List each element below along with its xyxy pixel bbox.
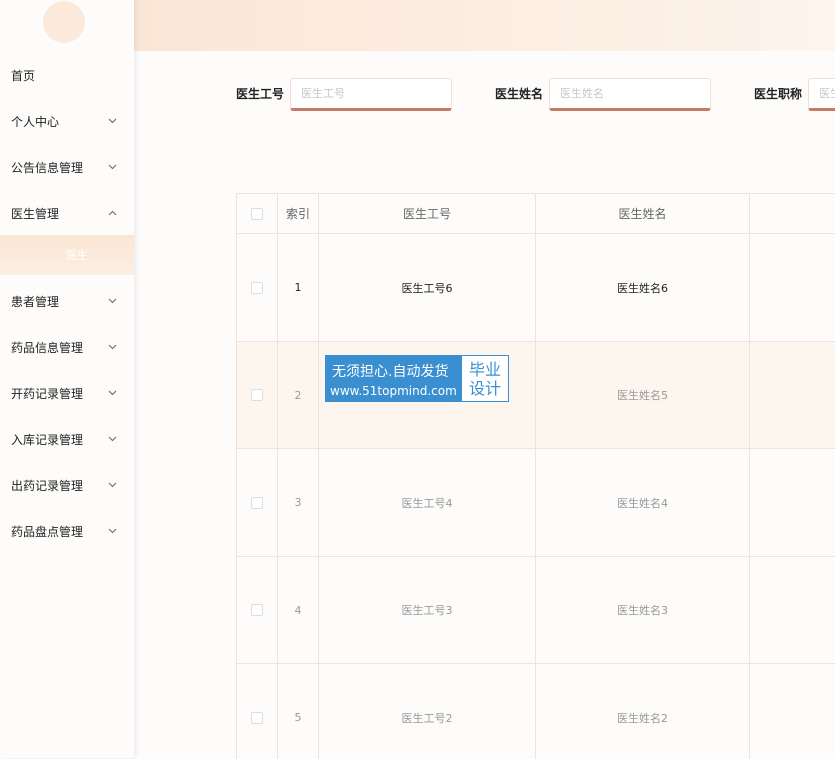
row-select-cell [237,557,278,663]
row-index: 1 [278,234,319,341]
sidebar-item-medicine-info[interactable]: 药品信息管理 [0,329,134,365]
watermark-banner: 无须担心.自动发货 www.51topmind.com 毕业 设计 [325,355,509,402]
header-doctor-id[interactable]: 医生工号 [319,194,536,233]
chevron-down-icon [106,525,118,537]
doctor-table: 索引 医生工号 医生姓名 1 医生工号6 医生姓名6 2 医生工号5 医生姓名5… [236,193,835,759]
select-all-checkbox[interactable] [251,207,263,220]
doctor-name-input[interactable] [549,78,711,111]
chevron-up-icon [106,207,118,219]
watermark-right: 毕业 设计 [462,356,508,401]
watermark-right-line1: 毕业 [468,359,501,379]
chevron-down-icon [106,115,118,127]
sidebar-item-label: 个人中心 [11,114,60,129]
chevron-down-icon [106,295,118,307]
row-next-cell [750,449,835,556]
watermark-left: 无须担心.自动发货 www.51topmind.com [326,356,462,401]
row-checkbox[interactable] [251,604,263,616]
header-select-all-cell [237,194,278,233]
sidebar-item-label: 开药记录管理 [11,386,84,401]
row-checkbox[interactable] [251,711,263,724]
sidebar-item-inventory-check[interactable]: 药品盘点管理 [0,513,134,549]
table-row[interactable]: 1 医生工号6 医生姓名6 [237,234,835,342]
row-next-cell [750,557,835,663]
table-row[interactable]: 3 医生工号4 医生姓名4 [237,449,835,557]
sidebar-subitem-label: 医生 [66,249,88,262]
row-doctor-name: 医生姓名3 [536,557,750,663]
row-index: 3 [278,449,319,556]
table-header-row: 索引 医生工号 医生姓名 [237,194,835,234]
row-checkbox[interactable] [251,496,263,509]
row-doctor-id: 医生工号6 [319,234,536,341]
sidebar-item-label: 药品信息管理 [11,340,84,355]
row-next-cell [750,664,835,759]
sidebar-subitem-doctor[interactable]: 医生 [0,235,134,275]
doctor-title-label: 医生职称 [754,87,803,101]
table-row[interactable]: 4 医生工号3 医生姓名3 [237,557,835,664]
avatar[interactable] [43,1,85,43]
doctor-name-label: 医生姓名 [495,87,544,101]
row-checkbox[interactable] [251,281,263,294]
sidebar-item-label: 医生管理 [11,206,60,221]
sidebar-item-personal-center[interactable]: 个人中心 [0,103,134,139]
sidebar-item-label: 药品盘点管理 [11,524,84,539]
sidebar-item-announcements[interactable]: 公告信息管理 [0,149,134,185]
row-index: 5 [278,664,319,759]
chevron-down-icon [106,479,118,491]
watermark-slogan: 无须担心.自动发货 [332,364,449,380]
sidebar-item-label: 首页 [11,68,36,83]
row-doctor-id: 医生工号4 [319,449,536,556]
sidebar-item-label: 出药记录管理 [11,478,84,493]
table-row[interactable]: 5 医生工号2 医生姓名2 [237,664,835,759]
row-index: 4 [278,557,319,663]
row-doctor-name: 医生姓名2 [536,664,750,759]
sidebar-item-home[interactable]: 首页 [0,57,134,93]
sidebar-item-label: 入库记录管理 [11,432,84,447]
doctor-id-input[interactable] [290,78,452,111]
row-next-cell [750,234,835,341]
row-select-cell [237,342,278,448]
chevron-down-icon [106,161,118,173]
row-doctor-id: 医生工号3 [319,557,536,663]
sidebar-item-stock-in-records[interactable]: 入库记录管理 [0,421,134,457]
row-doctor-id: 医生工号2 [319,664,536,759]
doctor-title-input[interactable] [808,78,835,111]
sidebar-item-label: 患者管理 [11,294,60,309]
chevron-down-icon [106,387,118,399]
header-index: 索引 [278,194,319,233]
row-select-cell [237,449,278,556]
top-header-bar [134,0,835,51]
sidebar-item-dispense-records[interactable]: 出药记录管理 [0,467,134,503]
row-next-cell [750,342,835,448]
row-select-cell [237,234,278,341]
sidebar-item-doctor-management[interactable]: 医生管理 [0,195,134,231]
chevron-down-icon [106,341,118,353]
sidebar-item-label: 公告信息管理 [11,160,84,175]
row-index: 2 [278,342,319,448]
row-doctor-name: 医生姓名6 [536,234,750,341]
header-next-column[interactable] [750,194,835,233]
sidebar: 首页 个人中心 公告信息管理 医生管理 医生 患者管理 药品信息管理 开药记录管… [0,0,134,758]
row-select-cell [237,664,278,759]
watermark-right-line2: 设计 [468,378,501,398]
row-doctor-name: 医生姓名4 [536,449,750,556]
row-checkbox[interactable] [251,389,263,401]
header-doctor-name[interactable]: 医生姓名 [536,194,750,233]
chevron-down-icon [106,433,118,445]
sidebar-item-prescription-records[interactable]: 开药记录管理 [0,375,134,411]
doctor-id-label: 医生工号 [236,87,285,101]
watermark-url: www.51topmind.com [330,384,457,398]
row-doctor-name: 医生姓名5 [536,342,750,448]
sidebar-item-patient-management[interactable]: 患者管理 [0,283,134,319]
